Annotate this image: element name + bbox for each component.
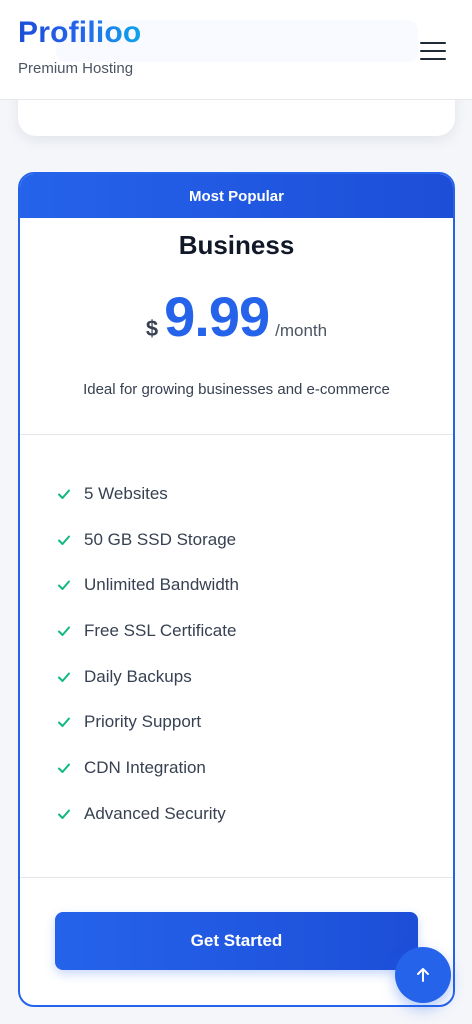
- check-icon: [58, 580, 70, 591]
- page: Profilioo Premium Hosting Most Popular B…: [0, 0, 472, 1024]
- plan-name: Business: [178, 230, 295, 260]
- feature-label: Priority Support: [84, 712, 202, 732]
- brand-logo[interactable]: Profilioo: [18, 16, 141, 50]
- price-amount: 9.99: [164, 285, 270, 348]
- most-popular-badge: Most Popular: [20, 174, 453, 218]
- menu-bar: [420, 50, 446, 52]
- check-icon: [58, 535, 70, 545]
- feature-item: 5 Websites: [56, 471, 453, 517]
- price-period: /month: [275, 321, 328, 340]
- price: $ 9.99 /month: [20, 289, 453, 345]
- get-started-button[interactable]: Get Started: [55, 912, 418, 970]
- check-icon: [58, 489, 70, 499]
- site-header: Profilioo Premium Hosting: [0, 0, 472, 100]
- feature-item: Free SSL Certificate: [56, 608, 453, 654]
- feature-label: 50 GB SSD Storage: [84, 529, 237, 549]
- check-icon: [58, 717, 70, 728]
- check-icon: [58, 809, 70, 819]
- check-icon: [58, 626, 70, 636]
- feature-label: 5 Websites: [84, 483, 168, 503]
- brand-tagline: Premium Hosting: [18, 60, 134, 77]
- plan-description: Ideal for growing businesses and e-comme…: [83, 381, 390, 398]
- divider: [20, 877, 453, 878]
- feature-list: 5 Websites 50 GB SSD Storage Unlimited B…: [20, 435, 453, 837]
- pricing-card-business: Most Popular Business $ 9.99 /month Idea…: [18, 172, 455, 1007]
- hamburger-menu-icon[interactable]: [414, 38, 452, 64]
- feature-label: Daily Backups: [84, 666, 192, 686]
- menu-bar: [420, 58, 446, 60]
- feature-label: Advanced Security: [84, 803, 226, 823]
- feature-item: Priority Support: [56, 699, 453, 745]
- feature-item: 50 GB SSD Storage: [56, 517, 453, 563]
- check-icon: [58, 763, 70, 773]
- feature-item: Unlimited Bandwidth: [56, 562, 453, 608]
- feature-label: Free SSL Certificate: [84, 620, 237, 640]
- feature-item: Advanced Security: [56, 791, 453, 837]
- feature-item: Daily Backups: [56, 654, 453, 700]
- price-currency: $: [145, 316, 159, 341]
- feature-label: CDN Integration: [84, 757, 206, 777]
- feature-label: Unlimited Bandwidth: [84, 575, 239, 595]
- menu-bar: [420, 42, 446, 44]
- check-icon: [58, 672, 70, 682]
- arrow-up-icon[interactable]: [395, 947, 451, 1003]
- feature-item: CDN Integration: [56, 745, 453, 791]
- arrow-up-glyph: [417, 968, 429, 982]
